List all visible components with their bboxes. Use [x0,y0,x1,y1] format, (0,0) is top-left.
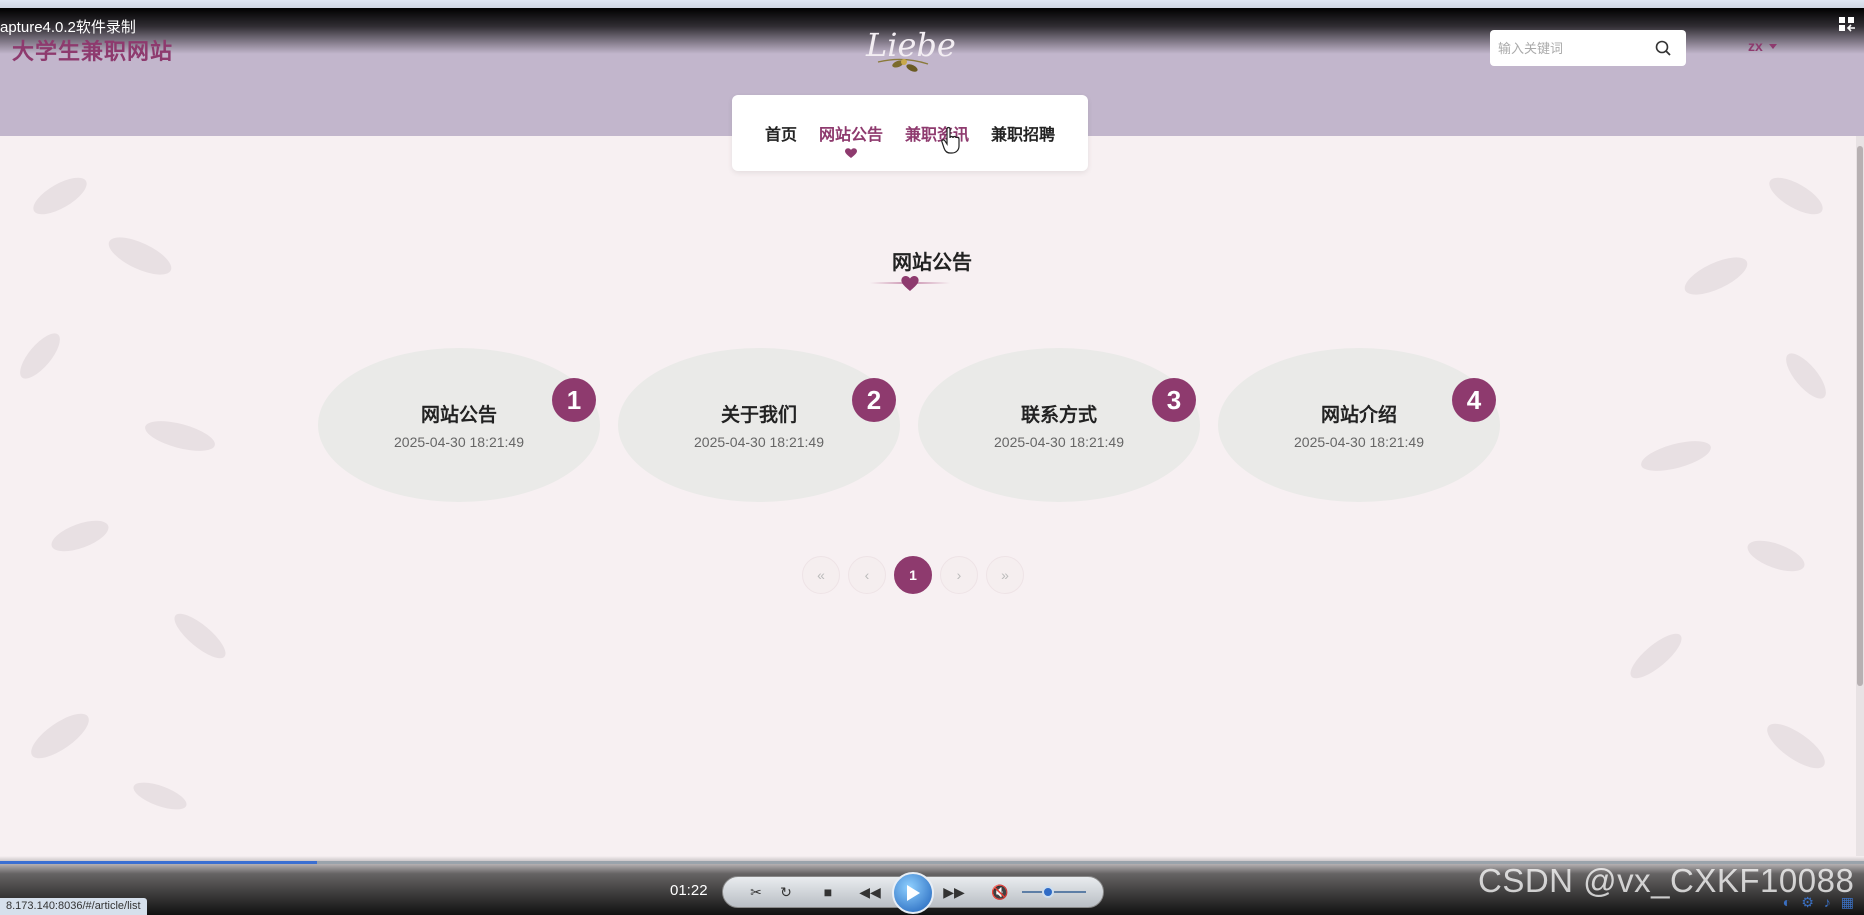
status-url: 8.173.140:8036/#/article/list [0,898,147,915]
search-input[interactable] [1490,40,1650,56]
announcement-card[interactable]: 网站公告 2025-04-30 18:21:49 1 [318,348,600,502]
card-number-badge: 3 [1152,378,1196,422]
hand-cursor-icon [941,126,960,154]
rewind-icon[interactable]: ◀◀ [858,880,882,904]
chevron-down-icon [1768,43,1777,49]
card-date: 2025-04-30 18:21:49 [694,434,824,450]
main-nav: 首页 网站公告 兼职资讯 兼职招聘 [732,95,1088,171]
current-page-button[interactable]: 1 [894,556,932,594]
video-progress-fill [0,861,317,864]
play-button[interactable] [892,872,934,914]
stop-icon[interactable]: ■ [816,880,840,904]
first-page-button[interactable]: « [802,556,840,594]
search-box[interactable] [1490,30,1686,66]
play-icon [907,885,920,901]
nav-item-job-recruitment[interactable]: 兼职招聘 [991,121,1055,145]
mic-icon[interactable]: ♪ [1824,894,1831,911]
last-page-button[interactable]: » [986,556,1024,594]
nav-item-announcements[interactable]: 网站公告 [819,121,883,158]
card-date: 2025-04-30 18:21:49 [394,434,524,450]
settings-icon[interactable]: ⚙ [1801,894,1814,911]
scrollbar-thumb[interactable] [1857,146,1863,686]
search-icon[interactable] [1654,39,1672,57]
shuffle-icon[interactable]: ✂ [744,880,768,904]
fullscreen-toggle-icon[interactable] [1838,16,1856,32]
repeat-icon[interactable]: ↻ [774,880,798,904]
announcement-list: 网站公告 2025-04-30 18:21:49 1 关于我们 2025-04-… [0,348,1864,502]
grid-icon[interactable]: ▦ [1841,894,1854,911]
video-time: 01:22 [670,882,708,899]
site-title[interactable]: 大学生兼职网站 [12,34,173,66]
user-menu[interactable]: zx [1748,38,1777,54]
card-date: 2025-04-30 18:21:49 [994,434,1124,450]
active-heart-icon [844,148,857,158]
volume-knob[interactable] [1042,886,1054,898]
announcement-card[interactable]: 关于我们 2025-04-30 18:21:49 2 [618,348,900,502]
browser-tab-strip [0,0,1864,8]
volume-slider[interactable] [1022,891,1086,893]
card-date: 2025-04-30 18:21:49 [1294,434,1424,450]
user-name[interactable]: zx [1748,38,1763,54]
system-tray: ◐ ⚙ ♪ ▦ [1783,894,1854,911]
announcement-card[interactable]: 网站介绍 2025-04-30 18:21:49 4 [1218,348,1500,502]
nav-item-home[interactable]: 首页 [765,121,797,145]
card-number-badge: 2 [852,378,896,422]
fast-forward-icon[interactable]: ▶▶ [942,880,966,904]
mute-icon[interactable]: 🔇 [988,880,1012,904]
site-logo[interactable]: Liebe [858,18,958,80]
announcement-card[interactable]: 联系方式 2025-04-30 18:21:49 3 [918,348,1200,502]
pagination: « ‹ 1 › » [802,556,1024,594]
next-page-button[interactable]: › [940,556,978,594]
card-number-badge: 4 [1452,378,1496,422]
ime-icon[interactable]: ◐ [1783,894,1791,911]
page-scrollbar[interactable] [1856,136,1864,856]
logo-text: Liebe [865,26,956,64]
card-number-badge: 1 [552,378,596,422]
heart-icon [901,275,919,291]
section-title: 网站公告 [892,252,972,274]
prev-page-button[interactable]: ‹ [848,556,886,594]
